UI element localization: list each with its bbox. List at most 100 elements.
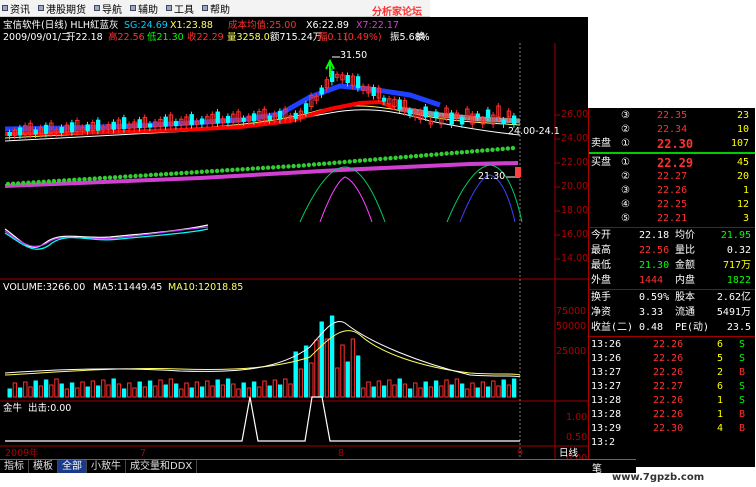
- tick-price: 22.26: [653, 395, 684, 406]
- bar-volume: 量3258.0: [227, 32, 270, 43]
- dot-marker: [220, 168, 225, 173]
- fund-label: 净资: [591, 307, 611, 318]
- volume-bar: [366, 381, 371, 398]
- fund-label: 股本: [675, 292, 695, 303]
- stat-label: 最低: [591, 260, 611, 271]
- menu-item-0[interactable]: 资讯: [2, 1, 30, 16]
- dot-marker: [61, 178, 67, 183]
- dot-marker: [199, 169, 204, 174]
- fund-label: 收益(二): [591, 322, 634, 333]
- tab-4[interactable]: 成交量和DDX: [126, 460, 198, 473]
- volume-bar: [38, 385, 44, 398]
- menu-item-1[interactable]: 港股期货: [38, 1, 86, 16]
- price-axis-label: 20.00: [561, 181, 589, 192]
- candle-body: [173, 121, 179, 127]
- tick-price: 22.30: [653, 423, 684, 434]
- volume-bar: [158, 379, 163, 398]
- candle-body: [371, 87, 376, 96]
- tick-row: 13:29 22.30 4 B: [589, 422, 755, 436]
- stat-label: 最高: [591, 245, 611, 256]
- dot-marker: [393, 155, 398, 160]
- volume-bar: [288, 383, 293, 398]
- volume-bar: [272, 379, 278, 398]
- dot-marker: [449, 150, 454, 156]
- dot-marker: [250, 166, 255, 171]
- volume-bar: [64, 388, 70, 398]
- volume-bar: [506, 384, 512, 398]
- fundamental-row: 换手 0.59% 股本 2.62亿: [589, 291, 755, 305]
- volume-bar: [137, 381, 142, 398]
- fund-value: 0.48: [639, 322, 664, 333]
- dot-marker: [362, 158, 368, 163]
- volume-bar: [355, 355, 361, 398]
- dot-marker: [464, 149, 470, 155]
- candle-body: [485, 109, 491, 118]
- bid-volume: 20: [736, 171, 749, 182]
- tick-volume: 4: [717, 423, 724, 434]
- x6-value: X6:22.89: [306, 20, 349, 31]
- menu-item-3[interactable]: 辅助: [130, 1, 158, 16]
- volume-bar: [267, 385, 272, 398]
- dot-marker: [373, 157, 378, 162]
- ask-price: 22.35: [657, 110, 688, 121]
- dot-marker: [235, 167, 240, 172]
- cone-line: [299, 166, 386, 223]
- dot-marker: [342, 159, 347, 165]
- dot-marker: [174, 171, 179, 176]
- candle-body: [449, 112, 454, 125]
- dot-marker: [434, 152, 439, 157]
- dot-marker: [102, 175, 108, 181]
- tab-3[interactable]: 小敖牛: [87, 460, 126, 473]
- dot-marker: [128, 174, 133, 179]
- tab-2[interactable]: 全部: [58, 460, 87, 473]
- dot-marker: [327, 161, 332, 166]
- tab-1[interactable]: 模板: [29, 460, 58, 473]
- volume-bar: [423, 381, 428, 398]
- volume-bar: [80, 381, 85, 398]
- dot-marker: [204, 169, 210, 174]
- menu-item-4[interactable]: 工具: [166, 1, 194, 16]
- stat-value: 1822: [726, 275, 751, 286]
- dot-marker: [92, 176, 97, 181]
- volume-bar: [12, 382, 18, 398]
- dot-marker: [77, 177, 82, 182]
- volume-bar: [101, 379, 106, 398]
- dot-marker: [123, 174, 128, 179]
- tick-row: 13:27 22.26 2 B: [589, 366, 755, 380]
- volume-bar: [303, 345, 309, 398]
- candle-body: [407, 109, 413, 115]
- candlestick-chart-area[interactable]: 宝信软件(日线) HLH紅蓝灰 SG:24.69 X1:23.88 成本均值:2…: [0, 17, 589, 464]
- bid-price: 22.27: [657, 171, 688, 182]
- indicator-tab-bar: 指标 模板 全部 小敖牛 成交量和DDX: [0, 459, 588, 473]
- dot-marker: [158, 172, 164, 177]
- volume-bar: [246, 387, 252, 398]
- menu-item-5[interactable]: 帮助: [202, 1, 230, 16]
- volume-bar: [475, 387, 480, 398]
- dot-marker: [505, 146, 510, 151]
- volume-bar: [153, 385, 158, 398]
- help-icon: [202, 5, 208, 11]
- volume-bar: [345, 361, 350, 398]
- ask-level: ②: [621, 124, 630, 135]
- forum-brand[interactable]: 分析家论坛: [372, 3, 422, 18]
- volume-bar: [225, 378, 231, 398]
- quote-panel: ③ 22.35 23 ② 22.34 10 卖盘 ① 22.30 107 买盘 ① 22.29 45 ② 22…: [588, 108, 755, 467]
- tab-0[interactable]: 指标: [0, 460, 29, 473]
- volume-bar: [49, 384, 54, 398]
- volume-bar: [350, 338, 356, 398]
- dot-marker: [112, 175, 118, 180]
- dot-marker: [408, 154, 414, 159]
- chart-canvas[interactable]: [0, 17, 588, 459]
- menu-item-2[interactable]: 导航: [94, 1, 122, 16]
- candle-body: [85, 124, 90, 132]
- dot-marker: [107, 175, 113, 180]
- dot-marker: [240, 167, 245, 172]
- menu-label: 导航: [102, 4, 122, 16]
- ask-volume: 10: [736, 124, 749, 135]
- tick-time: 13:2: [591, 437, 616, 448]
- chart-title: 宝信软件(日线) HLH紅蓝灰: [3, 20, 119, 31]
- volume-bar: [106, 384, 111, 398]
- dot-marker: [403, 154, 408, 160]
- volume-bar: [189, 387, 194, 398]
- dot-marker: [133, 173, 138, 179]
